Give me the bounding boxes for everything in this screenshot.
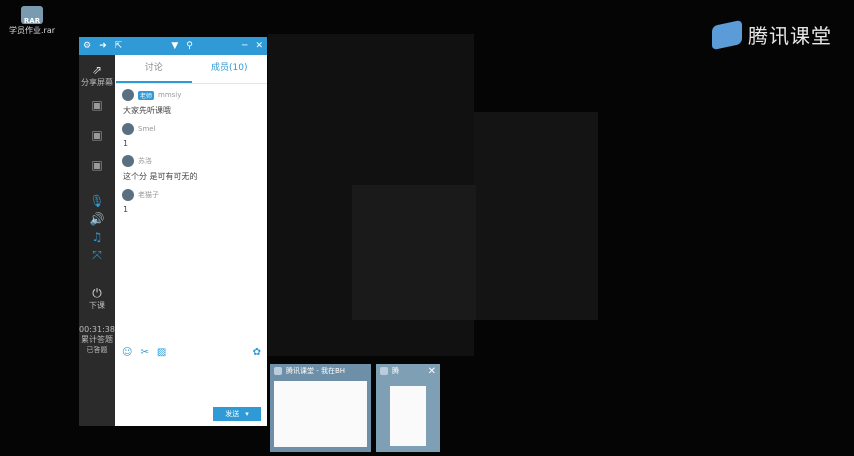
tencent-classroom-brand: 腾讯课堂 <box>712 19 832 50</box>
chat-panel: 讨论 成员(10) 老师 mmsiy 大家先听课哦 Smel 1 苏洛 这个分 是… <box>116 55 267 426</box>
message-text: 1 <box>123 205 129 214</box>
share-screen-button[interactable]: ⇗ 分享屏幕 <box>79 63 115 88</box>
teacher-badge: 老师 <box>138 90 155 100</box>
share-arrow-icon[interactable]: ➜ <box>99 41 107 51</box>
desktop-rar-file[interactable]: RAR 学员作业.rar <box>4 4 60 36</box>
thumbnail-preview <box>274 381 367 447</box>
chat-message: 老师 mmsiy 大家先听课哦 <box>122 88 261 116</box>
sidebar-tool-3[interactable]: ▣ <box>79 158 115 172</box>
timer-text: 00:31:38 <box>79 325 115 334</box>
avatar <box>122 189 134 201</box>
close-icon[interactable]: ✕ <box>255 41 263 51</box>
fullscreen-icon: ⤧ <box>92 248 102 262</box>
chat-message: 苏洛 这个分 是可有可无的 <box>122 154 261 182</box>
external-link-icon[interactable]: ⇱ <box>115 41 123 51</box>
music-icon: ♫ <box>91 230 103 244</box>
class-sidebar: ⇗ 分享屏幕 ▣ ▣ ▣ 🎙 🔊 ♫ ⤧ ⏻ 下课 00:31:38 累计答题 … <box>79 55 115 426</box>
background-ghost-window <box>352 185 476 320</box>
mic-button[interactable]: 🎙 <box>79 194 115 208</box>
mic-icon: 🎙 <box>89 194 105 208</box>
sidebar-tool-2[interactable]: ▣ <box>79 128 115 142</box>
rar-badge: RAR <box>23 17 41 25</box>
fullscreen-button[interactable]: ⤧ <box>79 248 115 262</box>
emoji-icon[interactable]: ☺ <box>122 347 132 358</box>
avatar <box>122 155 134 167</box>
music-button[interactable]: ♫ <box>79 230 115 244</box>
message-text: 这个分 是可有可无的 <box>123 172 198 181</box>
chat-toolbar: ☺ ✂ ▨ ✿ <box>122 347 261 358</box>
chat-message: 老猫子 1 <box>122 188 261 214</box>
message-list: 老师 mmsiy 大家先听课哦 Smel 1 苏洛 这个分 是可有可无的 老猫子 … <box>116 84 267 224</box>
tab-members[interactable]: 成员(10) <box>192 55 268 83</box>
rar-file-icon: RAR <box>21 6 43 25</box>
speaker-button[interactable]: 🔊 <box>79 212 115 226</box>
username: mmsiy <box>158 91 182 99</box>
window-titlebar: ⚙ ➜ ⇱ ▼ ⚲ ─ ✕ <box>79 37 267 55</box>
message-text: 1 <box>123 139 129 148</box>
app-icon <box>380 367 388 375</box>
brand-name: 腾讯课堂 <box>748 24 832 48</box>
taskbar-thumbnail-1[interactable]: 腾讯课堂 - 我在BH <box>270 364 371 452</box>
thumbnail-title: 腾讯课堂 - 我在BH <box>286 367 346 375</box>
thumbnail-preview <box>390 386 426 446</box>
power-icon: ⏻ <box>92 286 102 300</box>
classroom-window: ⚙ ➜ ⇱ ▼ ⚲ ─ ✕ ⇗ 分享屏幕 ▣ ▣ ▣ 🎙 🔊 ♫ ⤧ ⏻ 下课 … <box>79 37 267 426</box>
share-screen-label: 分享屏幕 <box>81 78 113 87</box>
tencent-classroom-logo-icon <box>712 19 742 50</box>
image-icon[interactable]: ▨ <box>157 347 166 358</box>
scissors-icon[interactable]: ✂ <box>140 347 148 358</box>
taskbar-thumbnail-2[interactable]: 腾 ✕ <box>376 364 440 452</box>
close-icon[interactable]: ✕ <box>428 366 436 377</box>
chat-tabs: 讨论 成员(10) <box>116 55 267 84</box>
camera-icon: ▣ <box>91 98 103 112</box>
dropdown-icon[interactable]: ▼ <box>171 41 178 51</box>
send-button[interactable]: 发送 ▾ <box>213 407 261 421</box>
pin-icon[interactable]: ⚲ <box>186 41 193 51</box>
flower-icon[interactable]: ✿ <box>253 347 261 358</box>
tab-discussion[interactable]: 讨论 <box>116 55 192 83</box>
desktop-file-label: 学员作业.rar <box>8 26 56 35</box>
end-class-label: 下课 <box>89 301 105 310</box>
ppt-icon: ▣ <box>91 158 103 172</box>
sidebar-tool-1[interactable]: ▣ <box>79 98 115 112</box>
username: 苏洛 <box>138 157 152 165</box>
chat-message: Smel 1 <box>122 122 261 148</box>
app-icon <box>274 367 282 375</box>
avatar <box>122 123 134 135</box>
message-text: 大家先听课哦 <box>123 106 171 115</box>
minimize-icon[interactable]: ─ <box>242 41 247 51</box>
speaker-icon: 🔊 <box>89 212 105 226</box>
avatar <box>122 89 134 101</box>
class-timer: 00:31:38 累计答题 已答题 <box>79 325 115 355</box>
thumbnail-title: 腾 <box>392 367 399 375</box>
send-dropdown-icon[interactable]: ▾ <box>245 410 249 418</box>
stats-label: 累计答题 <box>81 335 113 344</box>
username: Smel <box>138 125 156 133</box>
video-icon: ▣ <box>91 128 103 142</box>
stats-label-2: 已答题 <box>86 346 108 354</box>
share-screen-icon: ⇗ <box>91 63 103 77</box>
background-ghost-box <box>474 112 598 320</box>
username: 老猫子 <box>138 191 159 199</box>
send-label: 发送 <box>225 410 240 418</box>
end-class-button[interactable]: ⏻ 下课 <box>79 286 115 311</box>
settings-icon[interactable]: ⚙ <box>83 41 91 51</box>
